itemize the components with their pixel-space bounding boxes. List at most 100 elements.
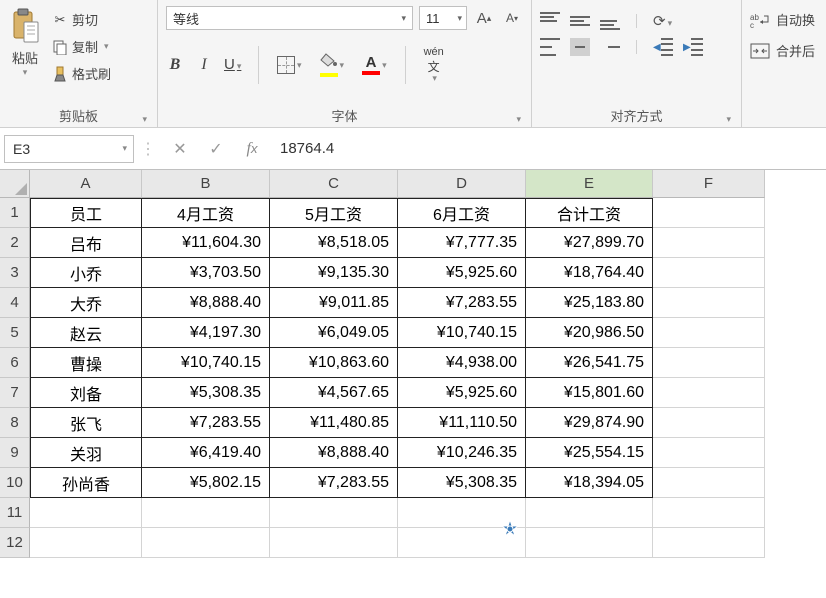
increase-indent-button[interactable]: ▶ <box>683 38 703 56</box>
paste-button[interactable]: 粘贴 ▾ <box>8 4 46 102</box>
column-headers[interactable]: ABCDEF <box>30 170 765 198</box>
cell[interactable]: ¥25,554.15 <box>526 438 653 468</box>
row-header-1[interactable]: 1 <box>0 198 30 228</box>
cell[interactable] <box>398 528 526 558</box>
paste-dropdown-arrow[interactable]: ▾ <box>23 67 28 78</box>
fill-color-button[interactable]: ▾ <box>320 53 345 77</box>
cell[interactable]: 曹操 <box>30 348 142 378</box>
cell[interactable]: ¥6,419.40 <box>142 438 270 468</box>
cell[interactable]: 4月工资 <box>142 198 270 228</box>
cell[interactable]: 5月工资 <box>270 198 398 228</box>
cell[interactable]: 员工 <box>30 198 142 228</box>
align-center-button[interactable] <box>570 38 590 56</box>
font-size-select[interactable]: 11 <box>419 6 467 30</box>
align-top-button[interactable] <box>540 12 560 30</box>
merge-center-button[interactable]: 合并后 <box>750 35 818 66</box>
cell[interactable] <box>653 348 765 378</box>
font-name-select[interactable]: 等线 <box>166 6 413 30</box>
increase-font-button[interactable]: A▴ <box>473 6 495 30</box>
row-header-5[interactable]: 5 <box>0 318 30 348</box>
cell[interactable] <box>142 498 270 528</box>
cell[interactable]: ¥25,183.80 <box>526 288 653 318</box>
cell[interactable]: ¥20,986.50 <box>526 318 653 348</box>
cell[interactable]: 6月工资 <box>398 198 526 228</box>
cell[interactable]: ¥9,011.85 <box>270 288 398 318</box>
spreadsheet-grid[interactable]: ABCDEF 123456789101112 员工4月工资5月工资6月工资合计工… <box>0 170 826 558</box>
cell[interactable]: ¥7,283.55 <box>398 288 526 318</box>
align-middle-button[interactable] <box>570 12 590 30</box>
cell[interactable]: 吕布 <box>30 228 142 258</box>
decrease-font-button[interactable]: A▾ <box>501 6 523 30</box>
cell[interactable]: ¥4,938.00 <box>398 348 526 378</box>
cell[interactable]: ¥7,777.35 <box>398 228 526 258</box>
insert-function-button[interactable]: fx <box>234 135 270 163</box>
cell[interactable]: ¥5,802.15 <box>142 468 270 498</box>
cell[interactable]: ¥8,888.40 <box>142 288 270 318</box>
cell[interactable] <box>526 528 653 558</box>
confirm-formula-button[interactable]: ✓ <box>198 135 234 163</box>
italic-button[interactable]: I <box>196 56 212 74</box>
cell[interactable]: ¥10,863.60 <box>270 348 398 378</box>
row-header-3[interactable]: 3 <box>0 258 30 288</box>
column-header-C[interactable]: C <box>270 170 398 198</box>
copy-dropdown-arrow[interactable]: ▾ <box>104 41 109 52</box>
cell[interactable]: ¥5,308.35 <box>142 378 270 408</box>
row-header-2[interactable]: 2 <box>0 228 30 258</box>
cell[interactable]: ¥11,110.50 <box>398 408 526 438</box>
row-header-10[interactable]: 10 <box>0 468 30 498</box>
cell[interactable]: ¥11,604.30 <box>142 228 270 258</box>
column-header-E[interactable]: E <box>526 170 653 198</box>
cell[interactable]: ¥18,394.05 <box>526 468 653 498</box>
row-headers[interactable]: 123456789101112 <box>0 198 30 558</box>
wrap-text-button[interactable]: abc 自动换 <box>750 4 818 35</box>
cell[interactable] <box>30 528 142 558</box>
cell[interactable]: 刘备 <box>30 378 142 408</box>
align-bottom-button[interactable] <box>600 12 620 30</box>
cell[interactable]: 孙尚香 <box>30 468 142 498</box>
cell[interactable]: ¥7,283.55 <box>142 408 270 438</box>
orientation-button[interactable]: ⟳▾ <box>653 12 672 30</box>
cell[interactable]: ¥8,518.05 <box>270 228 398 258</box>
cell[interactable]: ¥27,899.70 <box>526 228 653 258</box>
borders-button[interactable]: ▾ <box>277 56 302 74</box>
cancel-formula-button[interactable]: ✕ <box>162 135 198 163</box>
align-right-button[interactable] <box>600 38 620 56</box>
formula-input[interactable] <box>270 135 826 163</box>
column-header-B[interactable]: B <box>142 170 270 198</box>
cell[interactable]: 合计工资 <box>526 198 653 228</box>
cell[interactable] <box>653 498 765 528</box>
cell[interactable] <box>526 498 653 528</box>
cell[interactable]: ¥10,740.15 <box>398 318 526 348</box>
format-painter-button[interactable]: 格式刷 <box>52 64 111 83</box>
cell[interactable] <box>653 258 765 288</box>
cell[interactable] <box>653 198 765 228</box>
decrease-indent-button[interactable]: ◀ <box>653 38 673 56</box>
cell[interactable] <box>398 498 526 528</box>
cell[interactable] <box>653 468 765 498</box>
cell[interactable]: 小乔 <box>30 258 142 288</box>
bold-button[interactable]: B <box>166 56 184 74</box>
row-header-12[interactable]: 12 <box>0 528 30 558</box>
row-header-11[interactable]: 11 <box>0 498 30 528</box>
cell[interactable]: ¥11,480.85 <box>270 408 398 438</box>
phonetic-guide-button[interactable]: wén 文 ▾ <box>424 46 444 84</box>
column-header-F[interactable]: F <box>653 170 765 198</box>
underline-button[interactable]: U▾ <box>224 56 240 74</box>
cell[interactable] <box>653 408 765 438</box>
cell[interactable]: ¥6,049.05 <box>270 318 398 348</box>
cell[interactable] <box>653 438 765 468</box>
cell[interactable] <box>30 498 142 528</box>
row-header-8[interactable]: 8 <box>0 408 30 438</box>
row-header-6[interactable]: 6 <box>0 348 30 378</box>
cell[interactable]: ¥26,541.75 <box>526 348 653 378</box>
cell[interactable]: ¥10,740.15 <box>142 348 270 378</box>
cell[interactable]: ¥18,764.40 <box>526 258 653 288</box>
row-header-4[interactable]: 4 <box>0 288 30 318</box>
cell[interactable] <box>653 528 765 558</box>
align-left-button[interactable] <box>540 38 560 56</box>
cell[interactable] <box>653 228 765 258</box>
cell[interactable]: ¥15,801.60 <box>526 378 653 408</box>
cell[interactable] <box>142 528 270 558</box>
cell[interactable]: 赵云 <box>30 318 142 348</box>
cell[interactable] <box>653 378 765 408</box>
